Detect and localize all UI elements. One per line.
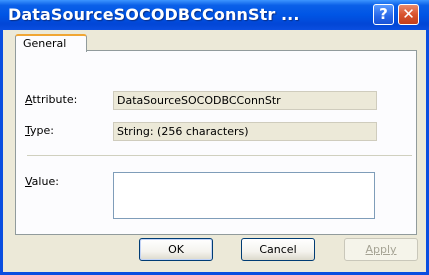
apply-button[interactable]: Apply — [344, 238, 418, 261]
ok-button[interactable]: OK — [139, 238, 213, 261]
attribute-label: Attribute: — [25, 93, 78, 106]
close-button[interactable]: ✕ — [398, 4, 419, 25]
value-label: Value: — [25, 175, 59, 188]
properties-dialog: DataSourceSOCODBCConnStr ... ? ✕ General… — [0, 0, 429, 275]
tab-general-label: General — [23, 37, 67, 50]
title-bar[interactable]: DataSourceSOCODBCConnStr ... ? ✕ — [0, 0, 429, 30]
value-input[interactable] — [113, 172, 375, 219]
window-title: DataSourceSOCODBCConnStr ... — [8, 5, 300, 24]
separator — [27, 155, 412, 156]
tab-general[interactable]: General — [15, 34, 87, 52]
help-button[interactable]: ? — [373, 4, 394, 25]
type-label: Type: — [25, 124, 54, 137]
cancel-button[interactable]: Cancel — [241, 238, 315, 261]
attribute-value: DataSourceSOCODBCConnStr — [113, 91, 377, 110]
type-value: String: (256 characters) — [113, 122, 377, 141]
